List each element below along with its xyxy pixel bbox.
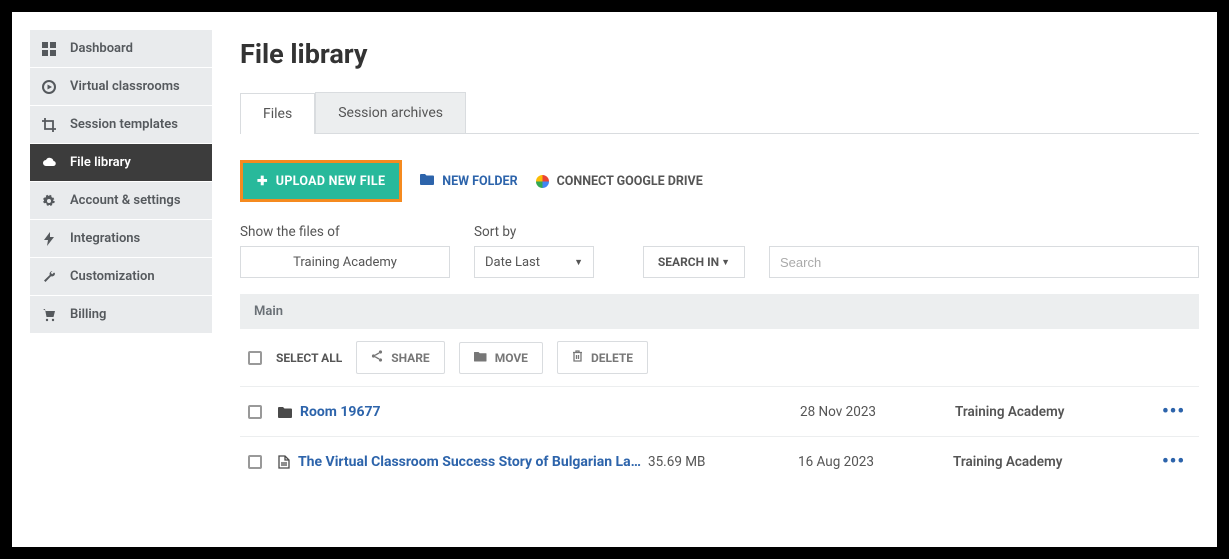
table-row[interactable]: The Virtual Classroom Success Story of B… (240, 436, 1199, 486)
move-label: MOVE (495, 351, 528, 365)
connect-google-drive-button[interactable]: CONNECT GOOGLE DRIVE (536, 174, 703, 189)
row-checkbox[interactable] (248, 405, 262, 419)
cart-icon (42, 308, 56, 322)
row-date: 28 Nov 2023 (800, 404, 955, 420)
sort-by-label: Sort by (474, 224, 594, 240)
select-all-label[interactable]: SELECT ALL (276, 351, 342, 365)
sidebar-item-label: Virtual classrooms (70, 79, 180, 94)
sidebar-item-label: Integrations (70, 231, 140, 246)
sidebar-item-label: File library (70, 155, 131, 170)
connect-drive-label: CONNECT GOOGLE DRIVE (557, 174, 703, 189)
upload-label: UPLOAD NEW FILE (276, 174, 386, 189)
delete-button[interactable]: DELETE (557, 341, 648, 374)
share-button[interactable]: SHARE (356, 341, 444, 374)
google-icon (536, 175, 549, 188)
move-button[interactable]: MOVE (459, 342, 543, 374)
row-date: 16 Aug 2023 (798, 454, 953, 470)
chevron-down-icon: ▼ (574, 257, 583, 268)
row-checkbox[interactable] (248, 455, 262, 469)
sidebar: Dashboard Virtual classrooms Session tem… (30, 30, 212, 547)
row-size: 35.69 MB (648, 454, 798, 470)
folder-icon (278, 406, 292, 418)
sidebar-item-label: Dashboard (70, 41, 133, 56)
grid-icon (42, 42, 56, 56)
sidebar-item-label: Account & settings (70, 193, 181, 208)
row-owner: Training Academy (955, 404, 1162, 420)
table-toolbar: SELECT ALL SHARE MOVE DELETE (240, 329, 1199, 386)
sidebar-item-dashboard[interactable]: Dashboard (30, 30, 212, 68)
action-bar: ✚ UPLOAD NEW FILE NEW FOLDER CONNECT GOO… (240, 160, 1199, 202)
sidebar-item-label: Session templates (70, 117, 178, 132)
gear-icon (42, 194, 56, 208)
tab-session-archives[interactable]: Session archives (315, 92, 466, 133)
play-circle-icon (42, 80, 56, 94)
caret-down-icon: ▼ (721, 257, 730, 268)
search-in-label: SEARCH IN (658, 255, 719, 269)
search-input[interactable] (769, 246, 1199, 278)
sidebar-item-customization[interactable]: Customization (30, 258, 212, 296)
page-title: File library (240, 38, 1199, 70)
upload-new-file-button[interactable]: ✚ UPLOAD NEW FILE (240, 160, 402, 202)
table-row[interactable]: Room 19677 28 Nov 2023 Training Academy … (240, 386, 1199, 436)
sidebar-item-billing[interactable]: Billing (30, 296, 212, 334)
new-folder-button[interactable]: NEW FOLDER (420, 173, 517, 189)
row-name[interactable]: The Virtual Classroom Success Story of B… (298, 454, 648, 470)
folder-icon (474, 351, 487, 365)
row-menu-button[interactable]: ••• (1162, 451, 1191, 472)
sidebar-item-integrations[interactable]: Integrations (30, 220, 212, 258)
share-icon (371, 350, 383, 365)
show-files-select[interactable]: Training Academy (240, 246, 450, 278)
sort-by-select[interactable]: Date Last ▼ (474, 246, 594, 278)
plus-icon: ✚ (257, 173, 268, 189)
new-folder-label: NEW FOLDER (442, 174, 517, 189)
tabs: Files Session archives (240, 92, 1199, 134)
sidebar-item-virtual-classrooms[interactable]: Virtual classrooms (30, 68, 212, 106)
row-owner: Training Academy (953, 454, 1162, 470)
breadcrumb[interactable]: Main (240, 294, 1199, 329)
sidebar-item-file-library[interactable]: File library (30, 144, 212, 182)
trash-icon (572, 350, 583, 365)
row-menu-button[interactable]: ••• (1162, 401, 1191, 422)
show-files-label: Show the files of (240, 224, 450, 240)
filter-bar: Show the files of Training Academy Sort … (240, 224, 1199, 278)
select-all-checkbox[interactable] (248, 351, 262, 365)
file-icon (278, 455, 290, 469)
folder-icon (420, 173, 434, 189)
wrench-icon (42, 270, 56, 284)
share-label: SHARE (391, 351, 429, 365)
tab-files[interactable]: Files (240, 93, 315, 134)
sidebar-item-label: Billing (70, 307, 106, 322)
search-in-button[interactable]: SEARCH IN ▼ (643, 246, 745, 278)
main-content: File library Files Session archives ✚ UP… (240, 30, 1199, 547)
sidebar-item-label: Customization (70, 269, 155, 284)
row-name[interactable]: Room 19677 (300, 404, 650, 420)
sort-by-value: Date Last (485, 255, 540, 270)
show-files-value: Training Academy (293, 255, 397, 270)
cloud-icon (42, 156, 56, 170)
delete-label: DELETE (591, 351, 633, 365)
sidebar-item-account-settings[interactable]: Account & settings (30, 182, 212, 220)
file-list: Room 19677 28 Nov 2023 Training Academy … (240, 386, 1199, 486)
crop-icon (42, 118, 56, 132)
sidebar-item-session-templates[interactable]: Session templates (30, 106, 212, 144)
bolt-icon (42, 232, 56, 246)
